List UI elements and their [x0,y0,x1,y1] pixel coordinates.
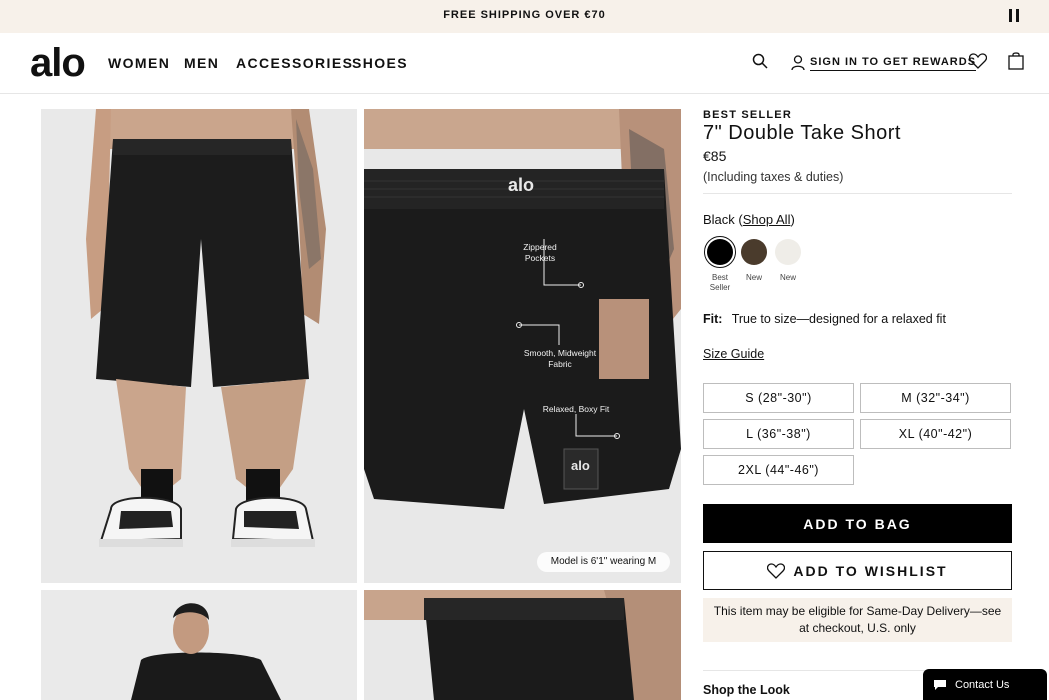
product-price: €85 [703,148,727,164]
contact-us-label: Contact Us [955,678,1010,691]
promo-bar: FREE SHIPPING OVER €70 [0,0,1049,33]
size-option[interactable]: XL (40"-42") [860,419,1011,449]
divider [703,193,1012,194]
best-seller-badge: BEST SELLER [703,109,792,121]
model-note: Model is 6'1" wearing M [537,552,670,572]
user-icon [791,55,805,71]
heart-icon[interactable] [969,53,987,69]
sign-in-rewards-link[interactable]: SIGN IN TO GET REWARDS [791,53,977,73]
sign-in-label: SIGN IN TO GET REWARDS [810,56,977,71]
swatch-caption-new: New [745,273,762,282]
product-title: 7" Double Take Short [703,122,901,144]
alo-logo[interactable]: alo [30,43,86,83]
fit-info: Fit: True to size—designed for a relaxed… [703,312,946,326]
pause-icon[interactable] [1009,9,1020,22]
size-guide-link[interactable]: Size Guide [703,347,764,361]
swatch-caption-new: New [779,273,796,282]
swatch-caption-best-seller: Best Seller [709,273,731,292]
add-to-wishlist-button[interactable]: ADD TO WISHLIST [703,551,1012,590]
product-image-front[interactable] [41,109,357,583]
add-to-bag-button[interactable]: ADD TO BAG [703,504,1012,543]
swatch-black[interactable] [707,239,733,265]
shop-all-link[interactable]: Shop All [743,212,791,227]
nav-men[interactable]: MEN [184,55,219,71]
chat-icon [934,680,946,690]
shop-the-look-heading[interactable]: Shop the Look [703,683,790,697]
annotation-zippered-pockets: Zippered Pockets [523,242,557,263]
swatch-light[interactable] [775,239,801,265]
search-icon[interactable] [752,53,768,69]
nav-shoes[interactable]: SHOES [352,55,408,71]
product-image-back[interactable] [364,590,681,700]
bag-icon[interactable] [1008,51,1024,70]
patch-logo: alo [571,458,590,473]
heart-icon [767,562,786,579]
size-option[interactable]: M (32"-34") [860,383,1011,413]
annotation-relaxed-fit: Relaxed, Boxy Fit [542,404,610,414]
swatch-brown[interactable] [741,239,767,265]
product-image-lifestyle[interactable] [41,590,357,700]
promo-text: FREE SHIPPING OVER €70 [443,9,606,21]
add-to-wishlist-label: ADD TO WISHLIST [793,562,948,579]
site-header: alo WOMEN MEN ACCESSORIES SHOES SIGN IN … [0,33,1049,94]
contact-us-button[interactable]: Contact Us [923,669,1047,700]
fit-label: Fit: [703,312,723,326]
color-selection: Black (Shop All) [703,212,795,227]
nav-accessories[interactable]: ACCESSORIES [236,55,353,71]
waistband-logo: alo [508,175,535,195]
fit-text: True to size—designed for a relaxed fit [731,312,946,326]
delivery-note: This item may be eligible for Same-Day D… [703,598,1012,642]
size-option[interactable]: L (36"-38") [703,419,854,449]
color-name: Black [703,212,735,227]
nav-women[interactable]: WOMEN [108,55,170,71]
size-option[interactable]: 2XL (44"-46") [703,455,854,485]
tax-note: (Including taxes & duties) [703,170,844,184]
annotation-smooth-fabric: Smooth, Midweight Fabric [523,348,597,369]
size-option[interactable]: S (28"-30") [703,383,854,413]
